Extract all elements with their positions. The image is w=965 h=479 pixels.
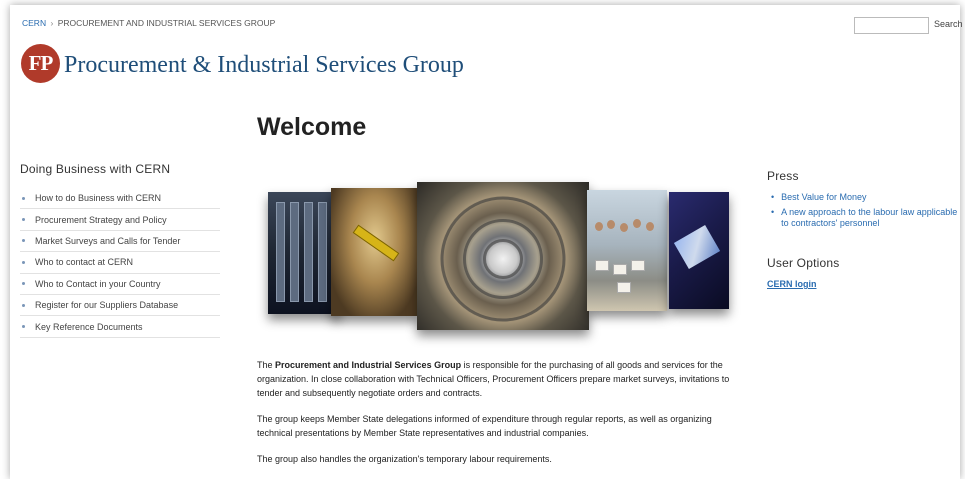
bullet-icon — [22, 239, 25, 243]
group-logo-mark[interactable]: FP — [21, 44, 60, 83]
sidebar-item-label: Who to contact at CERN — [35, 257, 134, 268]
bullet-icon — [22, 325, 25, 329]
sidebar-item-label: How to do Business with CERN — [35, 193, 162, 204]
sidebar-item-how-to-do-business[interactable]: How to do Business with CERN — [20, 188, 220, 210]
sidebar: Doing Business with CERN How to do Busin… — [20, 162, 220, 338]
sidebar-item-contact-in-country[interactable]: Who to Contact in your Country — [20, 274, 220, 295]
carousel-image-data-centre[interactable] — [268, 192, 340, 314]
breadcrumb-separator: › — [50, 18, 54, 28]
intro-paragraph-2: The group keeps Member State delegations… — [257, 414, 712, 438]
press-item-label: Best Value for Money — [781, 192, 867, 202]
sidebar-item-label: Market Surveys and Calls for Tender — [35, 235, 181, 246]
sidebar-item-procurement-strategy[interactable]: Procurement Strategy and Policy — [20, 209, 220, 231]
hero-image-carousel — [258, 175, 729, 330]
group-name-bold: Procurement and Industrial Services Grou… — [275, 360, 462, 370]
page-frame: CERN › PROCUREMENT AND INDUSTRIAL SERVIC… — [10, 5, 963, 479]
bullet-icon — [22, 282, 25, 286]
press-item[interactable]: • A new approach to the labour law applic… — [767, 207, 965, 229]
group-logo-text[interactable]: Procurement & Industrial Services Group — [64, 52, 464, 79]
page-title: Welcome — [257, 113, 367, 141]
sidebar-item-register-suppliers[interactable]: Register for our Suppliers Database — [20, 295, 220, 317]
bullet-icon — [22, 218, 25, 222]
bullet-icon: • — [771, 207, 775, 217]
press-item-label: A new approach to the labour law applica… — [781, 207, 958, 228]
sidebar-item-label: Register for our Suppliers Database — [35, 300, 179, 311]
carousel-image-team-photo[interactable] — [587, 190, 667, 311]
intro-paragraph-1: The Procurement and Industrial Services … — [257, 360, 730, 398]
right-sidebar: Press • Best Value for Money • A new appro… — [767, 169, 965, 289]
breadcrumb-root-link[interactable]: CERN — [22, 18, 46, 28]
search-button[interactable]: Search — [934, 19, 963, 29]
breadcrumb: CERN › PROCUREMENT AND INDUSTRIAL SERVIC… — [22, 18, 275, 28]
sidebar-item-market-surveys[interactable]: Market Surveys and Calls for Tender — [20, 231, 220, 253]
bullet-icon — [22, 260, 25, 264]
sidebar-title: Doing Business with CERN — [20, 162, 171, 176]
user-options-title: User Options — [767, 256, 840, 270]
intro-text: The Procurement and Industrial Services … — [257, 358, 737, 478]
carousel-image-tunnel-excavation[interactable] — [331, 188, 419, 316]
press-item[interactable]: • Best Value for Money — [767, 192, 965, 203]
bullet-icon: • — [771, 192, 775, 202]
sidebar-item-contact-at-cern[interactable]: Who to contact at CERN — [20, 252, 220, 274]
sidebar-nav: How to do Business with CERN Procurement… — [20, 188, 220, 338]
carousel-image-detector[interactable] — [417, 182, 589, 330]
bullet-icon — [22, 303, 25, 307]
bullet-icon — [22, 196, 25, 200]
search-input[interactable] — [854, 17, 929, 34]
intro-paragraph-3: The group also handles the organization'… — [257, 454, 552, 464]
sidebar-item-label: Procurement Strategy and Policy — [35, 214, 167, 225]
sidebar-item-label: Who to Contact in your Country — [35, 278, 161, 289]
press-list: • Best Value for Money • A new approach to… — [767, 192, 965, 229]
cern-login-link[interactable]: CERN login — [767, 279, 965, 289]
breadcrumb-current: PROCUREMENT AND INDUSTRIAL SERVICES GROU… — [57, 18, 276, 28]
carousel-image-crystal[interactable] — [669, 192, 729, 309]
press-title: Press — [767, 169, 799, 183]
sidebar-item-key-documents[interactable]: Key Reference Documents — [20, 316, 220, 338]
sidebar-item-label: Key Reference Documents — [35, 321, 143, 332]
